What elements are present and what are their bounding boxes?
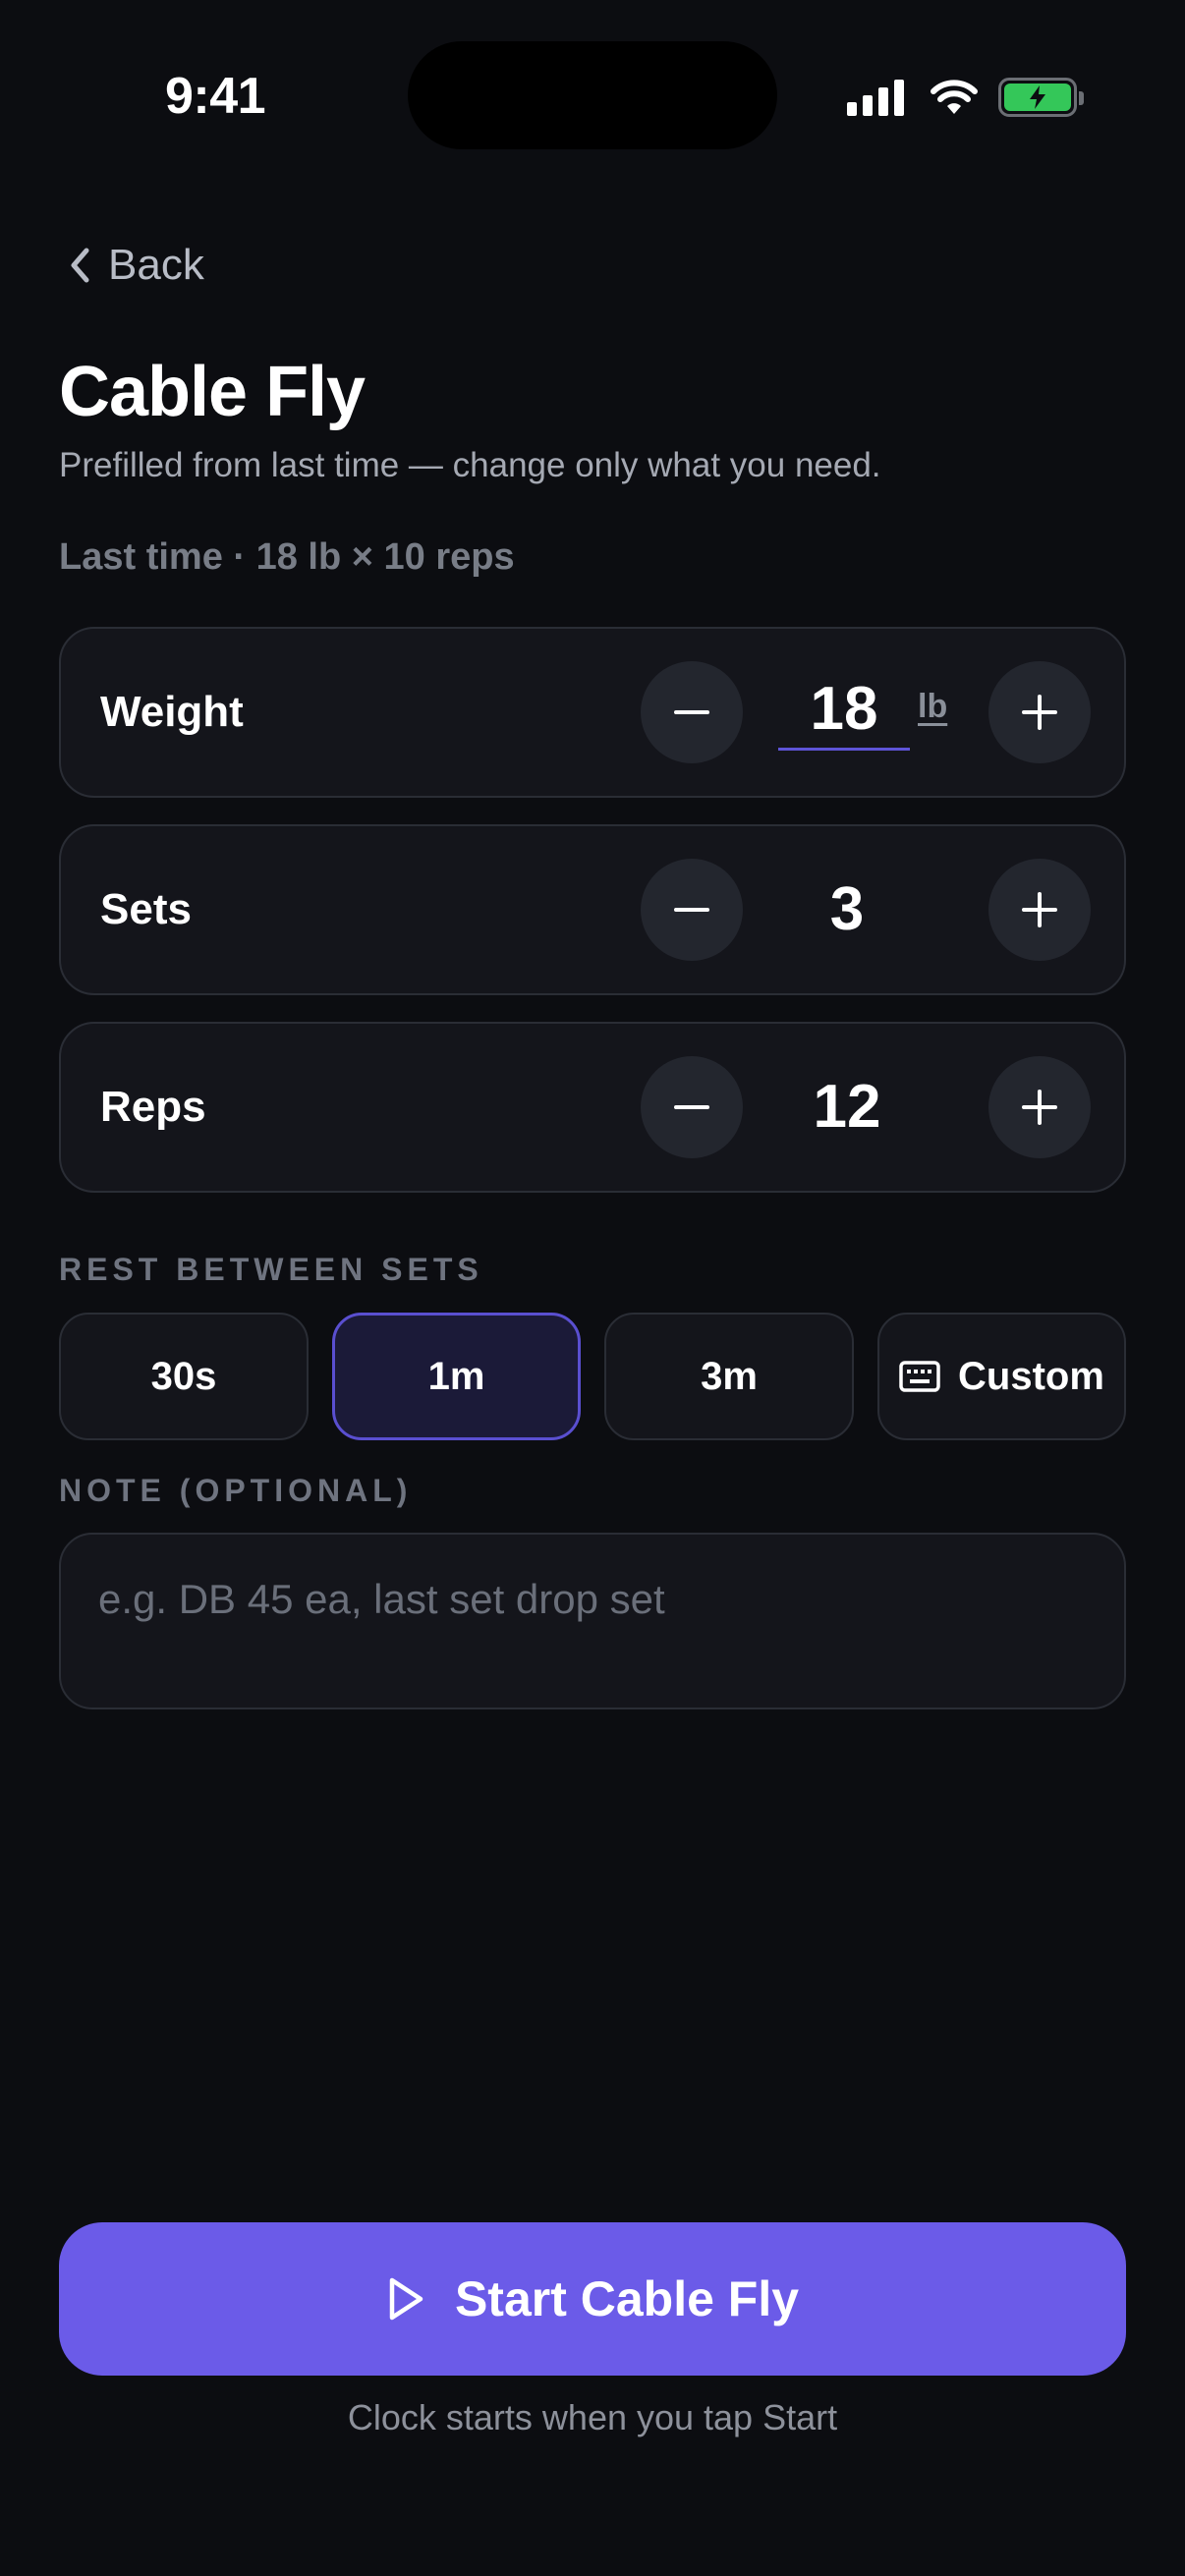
- weight-input[interactable]: 18: [778, 668, 910, 751]
- minus-icon: [674, 1105, 709, 1109]
- back-button[interactable]: Back: [69, 241, 204, 290]
- weight-stepper: Weight 18 lb: [59, 627, 1126, 798]
- plus-icon: [1022, 695, 1057, 730]
- rest-option-label: Custom: [958, 1354, 1104, 1398]
- last-time-summary: Last time · 18 lb × 10 reps: [59, 536, 515, 578]
- rest-option-label: 3m: [701, 1354, 758, 1398]
- plus-icon: [1022, 1090, 1057, 1125]
- minus-icon: [674, 908, 709, 912]
- page-title: Cable Fly: [59, 353, 366, 431]
- sets-label: Sets: [100, 885, 192, 933]
- note-input[interactable]: e.g. DB 45 ea, last set drop set: [59, 1533, 1126, 1709]
- back-label: Back: [108, 241, 204, 289]
- sets-stepper: Sets 3: [59, 824, 1126, 995]
- sets-decrement-button[interactable]: [641, 859, 743, 961]
- note-section-label: NOTE (OPTIONAL): [59, 1473, 413, 1508]
- cellular-signal-icon: [847, 79, 904, 116]
- reps-decrement-button[interactable]: [641, 1056, 743, 1158]
- reps-increment-button[interactable]: [988, 1056, 1091, 1158]
- sets-value[interactable]: 3: [778, 826, 916, 993]
- rest-option-custom[interactable]: Custom: [877, 1313, 1126, 1440]
- rest-option-3m[interactable]: 3m: [604, 1313, 854, 1440]
- rest-option-1m[interactable]: 1m: [332, 1313, 581, 1440]
- keyboard-icon: [899, 1361, 940, 1392]
- play-icon: [389, 2277, 423, 2321]
- sets-increment-button[interactable]: [988, 859, 1091, 961]
- chevron-left-icon: [71, 248, 89, 283]
- status-icons: [847, 73, 1084, 122]
- weight-decrement-button[interactable]: [641, 661, 743, 763]
- dynamic-island: [408, 41, 777, 149]
- charging-bolt-icon: [1030, 85, 1045, 109]
- start-button-label: Start Cable Fly: [454, 2271, 800, 2326]
- page-subtitle: Prefilled from last time — change only w…: [59, 446, 881, 484]
- status-time: 9:41: [165, 68, 266, 125]
- rest-section-label: REST BETWEEN SETS: [59, 1252, 483, 1287]
- reps-value[interactable]: 12: [778, 1024, 916, 1191]
- exercise-setup-screen: 9:41 Back Cable Fly Prefilled from last …: [0, 0, 1185, 2576]
- plus-icon: [1022, 892, 1057, 927]
- start-button[interactable]: Start Cable Fly: [59, 2222, 1126, 2376]
- weight-unit-toggle[interactable]: lb: [918, 688, 947, 726]
- minus-icon: [674, 710, 709, 714]
- rest-option-label: 1m: [427, 1354, 485, 1398]
- start-hint: Clock starts when you tap Start: [347, 2397, 838, 2437]
- reps-stepper: Reps 12: [59, 1022, 1126, 1193]
- battery-icon: [998, 78, 1084, 117]
- weight-increment-button[interactable]: [988, 661, 1091, 763]
- weight-label: Weight: [100, 688, 244, 736]
- rest-option-label: 30s: [150, 1354, 217, 1398]
- wifi-icon: [931, 80, 978, 114]
- reps-label: Reps: [100, 1083, 206, 1131]
- rest-option-30s[interactable]: 30s: [59, 1313, 309, 1440]
